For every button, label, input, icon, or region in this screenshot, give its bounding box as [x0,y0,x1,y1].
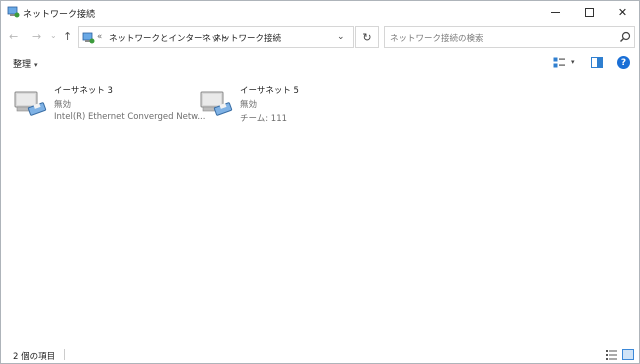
organize-label: 整理 [13,60,32,70]
search-input[interactable]: ネットワーク接続の検索 [384,26,635,48]
ethernet-adapter-icon [14,91,47,116]
window-title: ネットワーク接続 [23,10,96,20]
change-view-icon[interactable] [553,57,566,69]
recent-locations-chevron-icon[interactable]: ⌄ [50,31,57,40]
breadcrumb-overflow[interactable]: « [97,32,102,42]
back-arrow-icon[interactable]: ← [9,30,18,43]
ethernet-adapter-icon [200,91,233,116]
title-bar[interactable]: ネットワーク接続 ✕ [1,1,639,24]
item-description: Intel(R) Ethernet Converged Netw... [54,112,206,122]
item-name: イーサネット 5 [240,86,299,96]
navigation-bar: ← → ⌄ ↑ « ネットワークとインターネット › ネットワーク接続 ⌄ ↻ … [1,24,639,50]
breadcrumb-network-connections[interactable]: ネットワーク接続 [213,32,281,44]
forward-arrow-icon[interactable]: → [32,30,41,43]
item-status: 無効 [240,100,258,110]
item-count: 2 個の項目 [13,352,56,362]
organize-button[interactable]: 整理 ▾ [13,57,38,70]
explorer-window: ネットワーク接続 ✕ ← → ⌄ ↑ « ネットワークとインターネット › ネッ… [0,0,640,364]
network-connections-icon [7,6,20,18]
list-item[interactable]: イーサネット 3 無効 Intel(R) Ethernet Converged … [12,82,205,128]
chevron-down-icon: ▾ [34,61,38,69]
refresh-button[interactable]: ↻ [355,26,379,48]
item-status: 無効 [54,100,72,110]
close-icon: ✕ [617,6,628,19]
large-icons-view-icon[interactable] [622,349,634,360]
close-button[interactable]: ✕ [605,1,640,24]
chevron-down-icon[interactable]: ⌄ [337,32,345,42]
preview-pane-icon[interactable] [591,57,603,68]
address-bar[interactable]: « ネットワークとインターネット › ネットワーク接続 ⌄ [78,26,354,48]
file-list: イーサネット 3 無効 Intel(R) Ethernet Converged … [1,76,639,346]
breadcrumb-separator[interactable]: › [202,32,205,42]
help-icon[interactable]: ? [617,56,630,69]
search-icon[interactable] [619,31,631,43]
maximize-icon [585,8,594,17]
status-divider [64,349,65,360]
view-options-chevron-icon[interactable]: ▾ [571,58,575,66]
item-name: イーサネット 3 [54,86,113,96]
maximize-button[interactable] [572,1,607,24]
command-bar: 整理 ▾ ▾ ? [1,52,639,74]
search-placeholder: ネットワーク接続の検索 [390,34,484,44]
list-item[interactable]: イーサネット 5 無効 チーム: 111 [198,82,378,128]
network-connections-icon [82,32,95,44]
details-view-icon[interactable] [606,349,617,360]
minimize-icon [551,12,560,13]
minimize-button[interactable] [538,1,573,24]
item-description: チーム: 111 [240,114,288,124]
refresh-icon: ↻ [362,30,372,44]
status-bar: 2 個の項目 [1,346,639,363]
up-arrow-icon[interactable]: ↑ [63,30,72,43]
breadcrumb-network-and-internet[interactable]: ネットワークとインターネット [109,32,228,44]
